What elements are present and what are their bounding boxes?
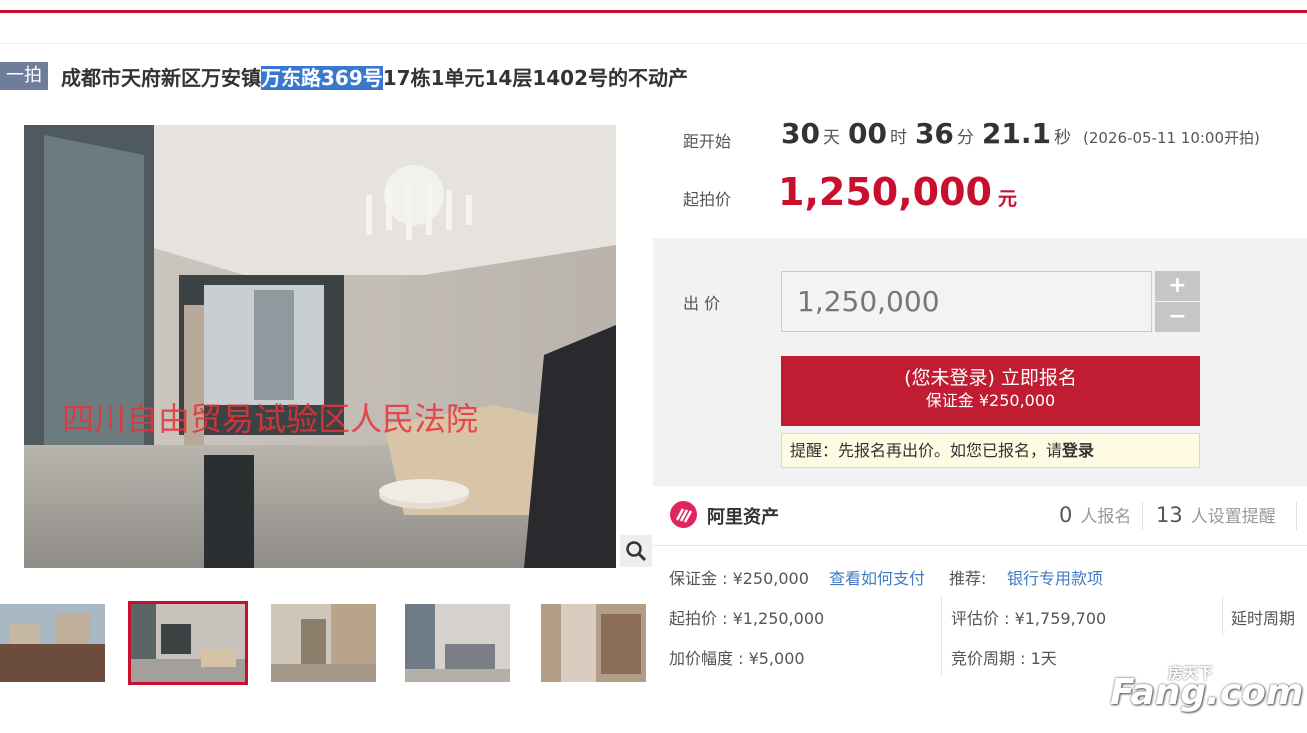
thumbnail-image — [541, 604, 646, 682]
minutes-unit: 分 — [956, 128, 974, 148]
thumbnail-3[interactable] — [271, 604, 376, 682]
countdown-minutes: 36 — [914, 117, 954, 150]
signup-button-label: (您未登录) 立即报名 — [904, 367, 1077, 389]
ali-assets-logo-icon — [670, 501, 697, 528]
notice-text: 提醒：先报名再出价。如您已报名，请 — [790, 441, 1063, 460]
bank-payment-link[interactable]: 银行专用款项 — [1007, 565, 1103, 589]
top-bar — [0, 0, 1307, 44]
start-price-unit: 元 — [997, 188, 1017, 210]
recommend-label: 推荐: — [949, 569, 987, 588]
living-room-photo: 四川自由贸易试验区人民法院 — [24, 125, 616, 568]
start-price-amount: 1,250,000 — [778, 170, 992, 214]
how-to-pay-link[interactable]: 查看如何支付 — [829, 565, 925, 589]
auction-round-tag: 一拍 — [0, 62, 48, 90]
countdown-hours: 00 — [847, 117, 887, 150]
thumbnail-image — [405, 604, 510, 682]
bid-amount-input[interactable]: 1,250,000 — [781, 271, 1152, 332]
login-link[interactable]: 登录 — [1062, 441, 1094, 460]
listing-title-row: 一拍 成都市天府新区万安镇万东路369号17栋1单元14层1402号的不动产 — [0, 60, 688, 92]
title-highlight: 万东路369号 — [261, 65, 383, 90]
delay-period-info: 延时周期 — [1231, 609, 1296, 628]
signup-button[interactable]: (您未登录) 立即报名 保证金 ¥250,000 — [781, 356, 1200, 426]
top-accent-line — [0, 10, 1307, 13]
thumbnail-1[interactable] — [0, 604, 105, 682]
court-watermark-text: 四川自由贸易试验区人民法院 — [62, 400, 478, 438]
stat-divider — [1142, 502, 1143, 530]
increase-bid-button[interactable]: + — [1155, 271, 1200, 301]
signup-count-label: 人报名 — [1080, 507, 1132, 527]
fang-watermark: 房天下 Fang.com — [1110, 662, 1303, 722]
organization-name[interactable]: 阿里资产 — [707, 503, 779, 529]
detail-divider — [941, 597, 942, 675]
detail-divider — [1222, 597, 1223, 635]
thumbnail-image — [0, 604, 105, 682]
reminder-notice: 提醒：先报名再出价。如您已报名，请登录 — [781, 433, 1200, 468]
thumbnail-5[interactable] — [541, 604, 646, 682]
start-price-value: 1,250,000 元 — [778, 170, 1017, 214]
hours-unit: 时 — [889, 128, 907, 148]
reminder-count: 13 人设置提醒 — [1156, 502, 1276, 527]
thumbnail-image — [271, 604, 376, 682]
title-suffix: 17栋1单元14层1402号的不动产 — [382, 65, 688, 90]
decrease-bid-button[interactable]: − — [1155, 302, 1200, 332]
start-price-label: 起拍价 — [683, 190, 732, 209]
main-property-photo[interactable]: 四川自由贸易试验区人民法院 — [24, 125, 616, 568]
reminder-count-number: 13 — [1156, 503, 1183, 527]
magnifier-icon — [626, 541, 647, 562]
increment-info: 加价幅度 : ¥5,000 — [669, 649, 805, 668]
thumbnail-4[interactable] — [405, 604, 510, 682]
signup-count: 0 人报名 — [1059, 502, 1131, 527]
bidding-period-info: 竞价周期 : 1天 — [951, 649, 1057, 668]
stat-divider — [1296, 502, 1297, 530]
start-price-info: 起拍价 : ¥1,250,000 — [669, 609, 825, 628]
seconds-unit: 秒 — [1054, 128, 1071, 148]
countdown-seconds: 21.1 — [981, 117, 1051, 150]
signup-count-number: 0 — [1059, 503, 1073, 527]
appraisal-info: 评估价 : ¥1,759,700 — [951, 609, 1107, 628]
organization-row: 阿里资产 0 人报名 13 人设置提醒 — [653, 486, 1307, 546]
deposit-info: 保证金 : ¥250,000 — [669, 569, 809, 588]
countdown-timer: 30 天 00 时 36 分 21.1 秒 (2026-05-11 10:00开拍) — [781, 117, 1260, 150]
auction-start-time: (2026-05-11 10:00开拍) — [1083, 129, 1260, 147]
countdown-days: 30 — [781, 117, 820, 150]
photo-thumbnail-strip — [0, 601, 650, 685]
title-prefix: 成都市天府新区万安镇 — [61, 65, 261, 90]
thumbnail-image — [131, 604, 245, 682]
listing-title: 成都市天府新区万安镇万东路369号17栋1单元14层1402号的不动产 — [61, 62, 688, 91]
bid-label: 出 价 — [683, 294, 721, 313]
days-unit: 天 — [822, 128, 840, 148]
watermark-brand: Fang.com — [1110, 672, 1304, 713]
thumbnail-2-selected[interactable] — [128, 601, 248, 685]
zoom-button[interactable] — [620, 535, 652, 567]
signup-deposit-label: 保证金 ¥250,000 — [925, 391, 1056, 410]
countdown-label: 距开始 — [683, 132, 732, 151]
reminder-count-label: 人设置提醒 — [1190, 507, 1276, 527]
